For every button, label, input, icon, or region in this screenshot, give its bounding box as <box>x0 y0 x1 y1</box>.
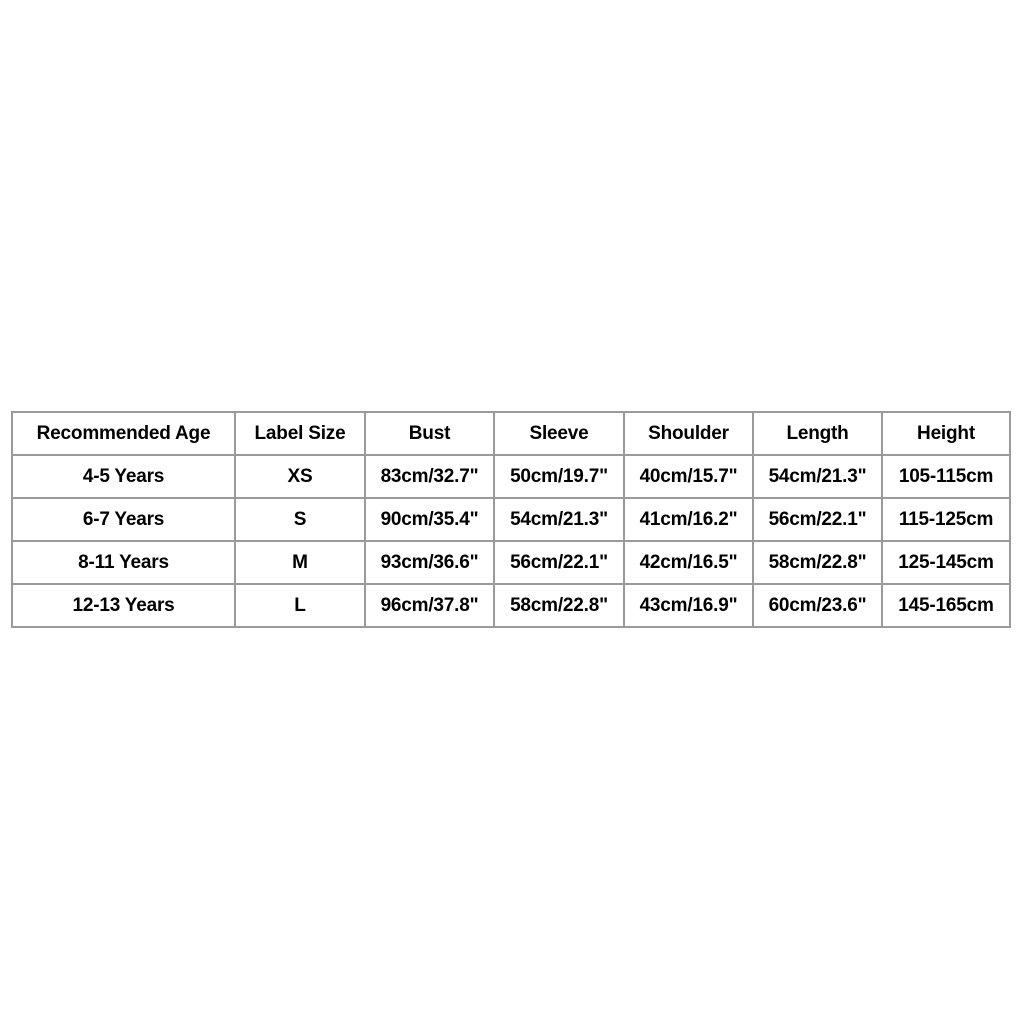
cell-bust: 93cm/36.6" <box>364 540 495 585</box>
table-row: 12-13 Years L 96cm/37.8" 58cm/22.8" 43cm… <box>11 583 1011 628</box>
cell-length: 54cm/21.3" <box>752 454 883 499</box>
cell-shoulder: 41cm/16.2" <box>623 497 754 542</box>
cell-bust: 83cm/32.7" <box>364 454 495 499</box>
cell-label-size: S <box>234 497 366 542</box>
table-row: 8-11 Years M 93cm/36.6" 56cm/22.1" 42cm/… <box>11 540 1011 585</box>
column-header-recommended-age: Recommended Age <box>11 411 236 456</box>
size-chart-table: Recommended Age Label Size Bust Sleeve S… <box>11 411 1011 628</box>
page-canvas: Recommended Age Label Size Bust Sleeve S… <box>0 0 1024 1024</box>
cell-length: 60cm/23.6" <box>752 583 883 628</box>
column-header-sleeve: Sleeve <box>493 411 625 456</box>
table-row: 4-5 Years XS 83cm/32.7" 50cm/19.7" 40cm/… <box>11 454 1011 499</box>
cell-label-size: XS <box>234 454 366 499</box>
column-header-label-size: Label Size <box>234 411 366 456</box>
cell-shoulder: 40cm/15.7" <box>623 454 754 499</box>
cell-height: 145-165cm <box>881 583 1011 628</box>
cell-sleeve: 54cm/21.3" <box>493 497 625 542</box>
cell-recommended-age: 12-13 Years <box>11 583 236 628</box>
cell-label-size: L <box>234 583 366 628</box>
table-header-row: Recommended Age Label Size Bust Sleeve S… <box>11 411 1011 456</box>
table-row: 6-7 Years S 90cm/35.4" 54cm/21.3" 41cm/1… <box>11 497 1011 542</box>
cell-shoulder: 43cm/16.9" <box>623 583 754 628</box>
cell-height: 125-145cm <box>881 540 1011 585</box>
cell-height: 115-125cm <box>881 497 1011 542</box>
cell-recommended-age: 6-7 Years <box>11 497 236 542</box>
cell-height: 105-115cm <box>881 454 1011 499</box>
column-header-height: Height <box>881 411 1011 456</box>
cell-recommended-age: 4-5 Years <box>11 454 236 499</box>
size-chart-body: 4-5 Years XS 83cm/32.7" 50cm/19.7" 40cm/… <box>11 454 1011 628</box>
cell-label-size: M <box>234 540 366 585</box>
column-header-length: Length <box>752 411 883 456</box>
size-chart-header: Recommended Age Label Size Bust Sleeve S… <box>11 411 1011 456</box>
cell-sleeve: 58cm/22.8" <box>493 583 625 628</box>
cell-bust: 96cm/37.8" <box>364 583 495 628</box>
cell-length: 58cm/22.8" <box>752 540 883 585</box>
cell-sleeve: 50cm/19.7" <box>493 454 625 499</box>
cell-bust: 90cm/35.4" <box>364 497 495 542</box>
cell-length: 56cm/22.1" <box>752 497 883 542</box>
cell-recommended-age: 8-11 Years <box>11 540 236 585</box>
column-header-shoulder: Shoulder <box>623 411 754 456</box>
cell-sleeve: 56cm/22.1" <box>493 540 625 585</box>
size-chart-container: Recommended Age Label Size Bust Sleeve S… <box>11 411 1011 628</box>
cell-shoulder: 42cm/16.5" <box>623 540 754 585</box>
column-header-bust: Bust <box>364 411 495 456</box>
